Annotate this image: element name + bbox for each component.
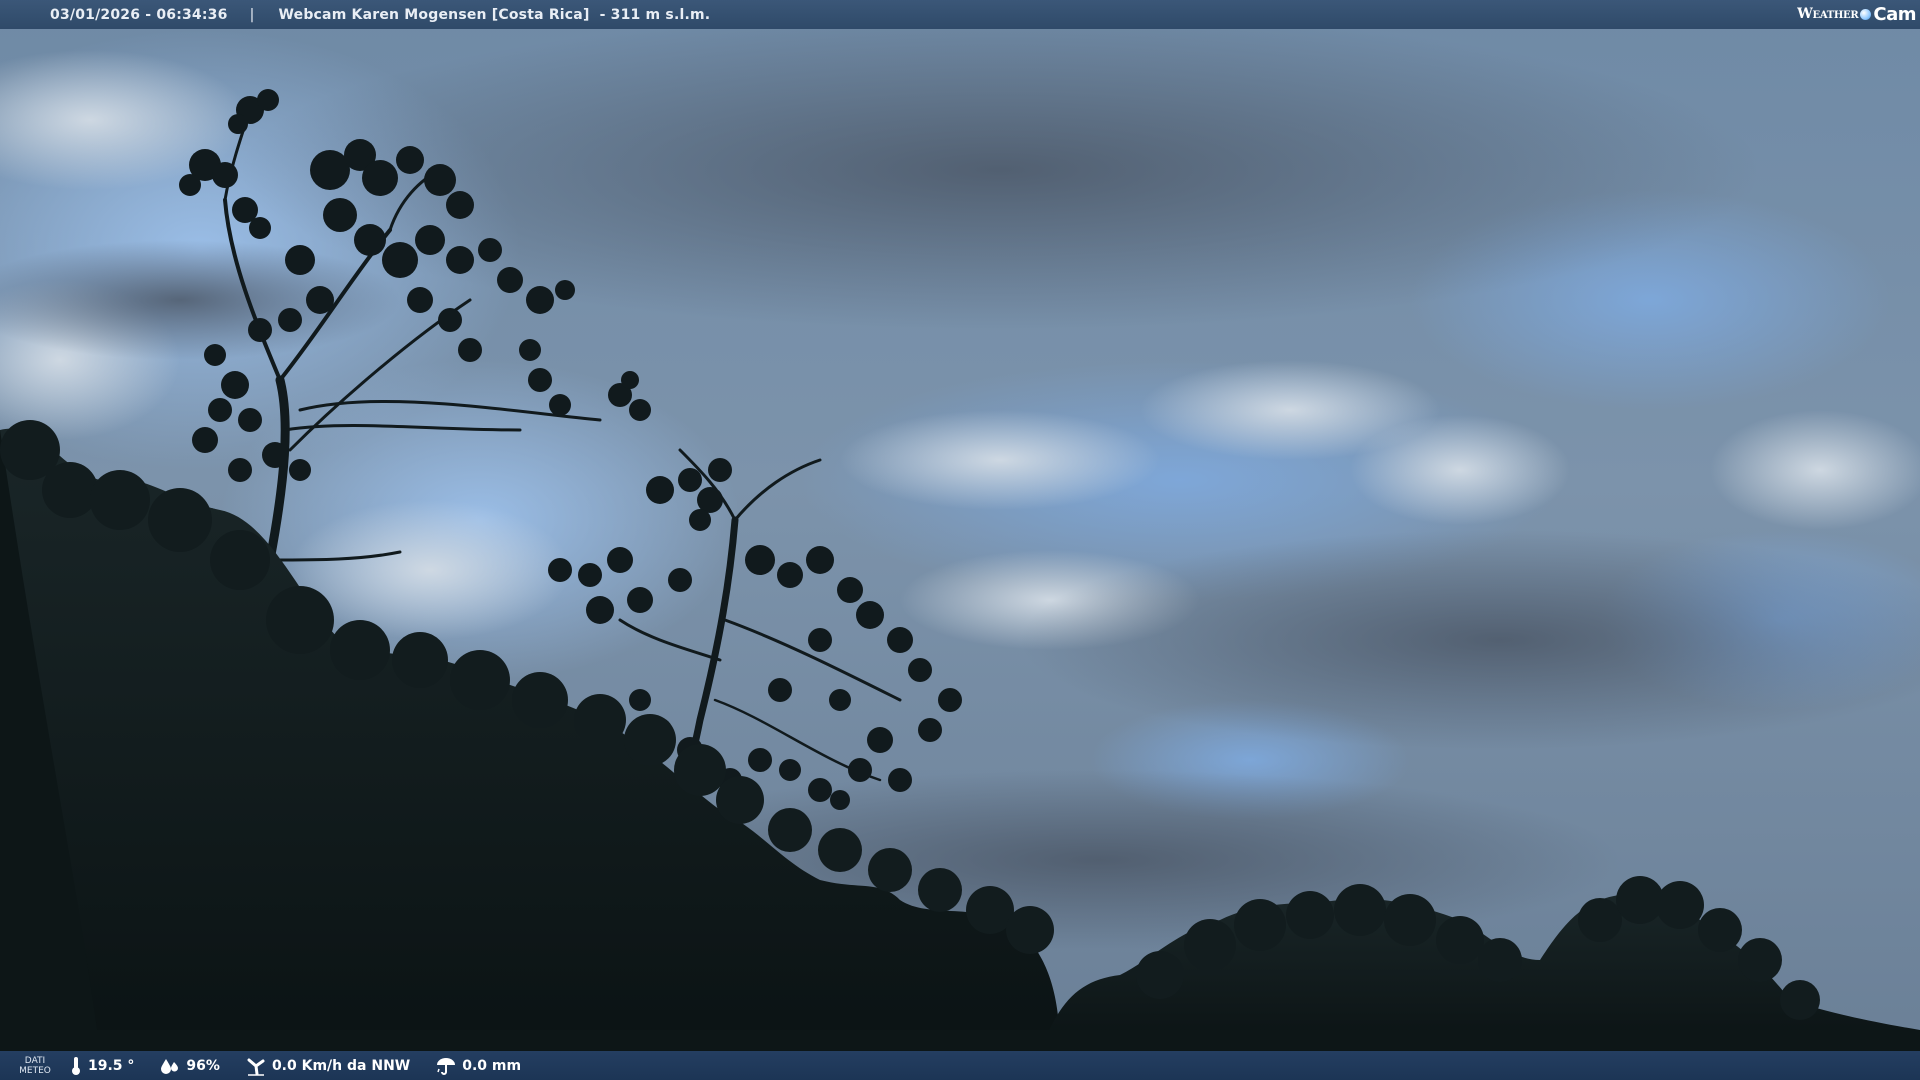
wind-icon: [247, 1058, 265, 1076]
logo-text-cam: Cam: [1873, 3, 1916, 25]
logo-text-weather: Weather: [1797, 6, 1859, 22]
thermometer-icon: [72, 1056, 80, 1075]
humidity-reading: 96%: [160, 1057, 220, 1075]
webcam-scene: [0, 0, 1920, 1080]
camera-name: Webcam Karen Mogensen [Costa Rica]: [278, 6, 590, 23]
weather-globe-icon: [1860, 8, 1872, 20]
temperature-reading: 19.5 °: [70, 1056, 134, 1076]
humidity-value: 96%: [186, 1057, 220, 1074]
wind-value: 0.0 Km/h da NNW: [271, 1057, 411, 1074]
temperature-value: 19.5 °: [88, 1057, 135, 1074]
rain-value: 0.0 mm: [462, 1057, 522, 1074]
altitude: - 311 m s.l.m.: [599, 6, 711, 23]
meteo-label-line2: METEO: [19, 1065, 51, 1076]
meteo-data-label: DATI METEO: [0, 1056, 70, 1076]
timestamp: 03/01/2026 - 06:34:36: [50, 6, 228, 23]
webcam-header-bar: 03/01/2026 - 06:34:36 | Webcam Karen Mog…: [0, 0, 1920, 29]
webcam-frame: 03/01/2026 - 06:34:36 | Webcam Karen Mog…: [0, 0, 1920, 1080]
wind-reading: 0.0 Km/h da NNW: [246, 1056, 410, 1076]
rain-umbrella-icon: [437, 1057, 456, 1075]
weathercam-logo[interactable]: Weather Cam: [1797, 3, 1916, 25]
rain-reading: 0.0 mm: [436, 1056, 521, 1076]
meteo-label-line1: DATI: [24, 1055, 46, 1066]
weather-data-bar: DATI METEO 19.5 ° 96% 0.0 Km/h da NNW 0.…: [0, 1051, 1920, 1080]
header-separator: |: [249, 6, 255, 23]
humidity-drops-icon: [161, 1058, 179, 1074]
